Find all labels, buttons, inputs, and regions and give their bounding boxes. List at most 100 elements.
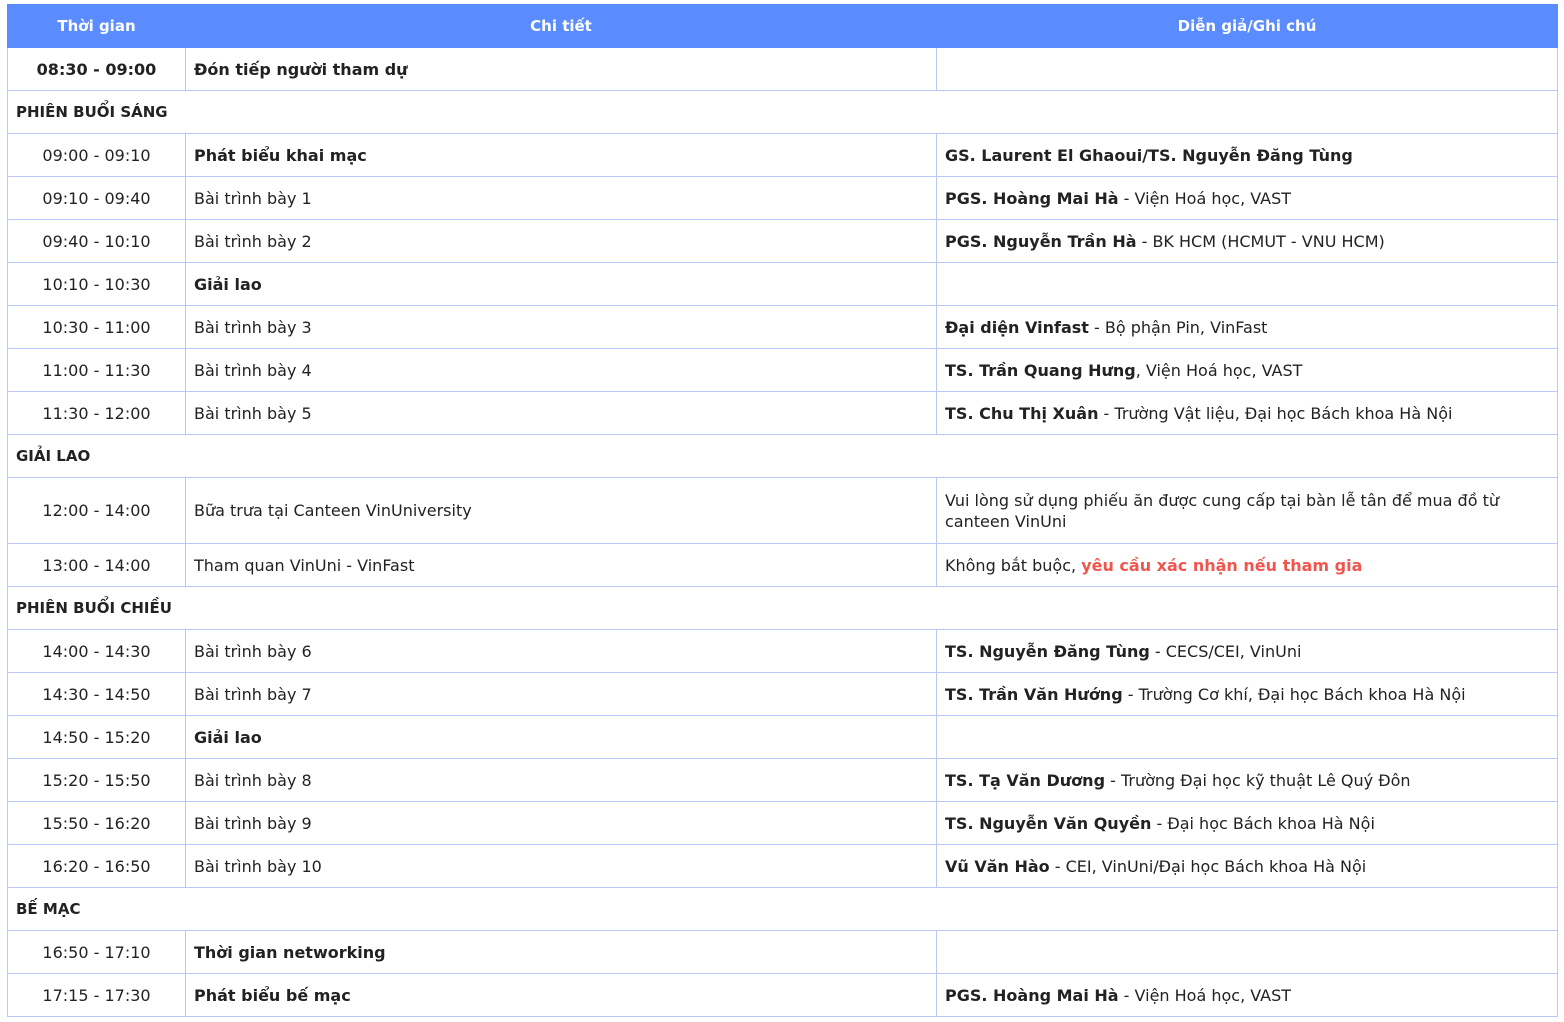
header-detail: Chi tiết [185, 4, 937, 48]
speaker-affiliation: - Viện Hoá học, VAST [1118, 188, 1292, 208]
time-cell: 08:30 - 09:00 [7, 47, 186, 91]
detail-cell: Phát biểu bế mạc [185, 973, 937, 1017]
detail-cell: Bài trình bày 3 [185, 305, 937, 349]
table-row: 14:00 - 14:30 Bài trình bày 6 TS. Nguyễn… [7, 629, 1558, 673]
speaker-cell: Không bắt buộc, yêu cầu xác nhận nếu tha… [936, 543, 1558, 587]
time-cell: 14:00 - 14:30 [7, 629, 186, 673]
speaker-name: TS. Nguyễn Văn Quyền [945, 813, 1152, 833]
time-cell: 09:00 - 09:10 [7, 133, 186, 177]
section-row: BẾ MẠC [7, 887, 1558, 931]
speaker-cell: TS. Trần Văn Hướng - Trường Cơ khí, Đại … [936, 672, 1558, 716]
detail-cell: Bài trình bày 1 [185, 176, 937, 220]
time-cell: 09:40 - 10:10 [7, 219, 186, 263]
time-cell: 13:00 - 14:00 [7, 543, 186, 587]
table-row: 12:00 - 14:00 Bữa trưa tại Canteen VinUn… [7, 477, 1558, 544]
speaker-cell: TS. Tạ Văn Dương - Trường Đại học kỹ thu… [936, 758, 1558, 802]
section-title: PHIÊN BUỔI CHIỀU [7, 586, 1558, 630]
speaker-cell: Đại diện Vinfast - Bộ phận Pin, VinFast [936, 305, 1558, 349]
table-row: 08:30 - 09:00 Đón tiếp người tham dự [7, 47, 1558, 91]
speaker-name: PGS. Hoàng Mai Hà [945, 985, 1119, 1005]
note-text: Không bắt buộc, [945, 555, 1082, 575]
speaker-name: Đại diện Vinfast [945, 317, 1089, 337]
header-time: Thời gian [7, 4, 186, 48]
table-row: 11:30 - 12:00 Bài trình bày 5 TS. Chu Th… [7, 391, 1558, 435]
detail-cell: Giải lao [185, 715, 937, 759]
table-row: 10:10 - 10:30 Giải lao [7, 262, 1558, 306]
speaker-name: GS. Laurent El Ghaoui/TS. Nguyễn Đăng Tù… [945, 145, 1353, 165]
table-row: 13:00 - 14:00 Tham quan VinUni - VinFast… [7, 543, 1558, 587]
detail-cell: Thời gian networking [185, 930, 937, 974]
table-row: 16:50 - 17:10 Thời gian networking [7, 930, 1558, 974]
table-row: 11:00 - 11:30 Bài trình bày 4 TS. Trần Q… [7, 348, 1558, 392]
section-row: GIẢI LAO [7, 434, 1558, 478]
speaker-cell: GS. Laurent El Ghaoui/TS. Nguyễn Đăng Tù… [936, 133, 1558, 177]
speaker-affiliation: - Viện Hoá học, VAST [1118, 985, 1292, 1005]
speaker-cell: Vũ Văn Hào - CEI, VinUni/Đại học Bách kh… [936, 844, 1558, 888]
detail-cell: Đón tiếp người tham dự [185, 47, 937, 91]
speaker-cell: PGS. Nguyễn Trần Hà - BK HCM (HCMUT - VN… [936, 219, 1558, 263]
speaker-cell [936, 262, 1558, 306]
speaker-cell: TS. Nguyễn Văn Quyền - Đại học Bách khoa… [936, 801, 1558, 845]
section-row: PHIÊN BUỔI CHIỀU [7, 586, 1558, 630]
speaker-name: TS. Trần Quang Hưng [945, 360, 1136, 380]
time-cell: 09:10 - 09:40 [7, 176, 186, 220]
detail-cell: Bài trình bày 6 [185, 629, 937, 673]
speaker-cell: TS. Trần Quang Hưng, Viện Hoá học, VAST [936, 348, 1558, 392]
time-cell: 12:00 - 14:00 [7, 477, 186, 544]
speaker-name: PGS. Hoàng Mai Hà [945, 188, 1119, 208]
speaker-cell: PGS. Hoàng Mai Hà - Viện Hoá học, VAST [936, 176, 1558, 220]
section-row: PHIÊN BUỔI SÁNG [7, 90, 1558, 134]
time-cell: 14:50 - 15:20 [7, 715, 186, 759]
speaker-affiliation: - BK HCM (HCMUT - VNU HCM) [1136, 231, 1385, 251]
speaker-name: TS. Nguyễn Đăng Tùng [945, 641, 1150, 661]
table-row: 15:50 - 16:20 Bài trình bày 9 TS. Nguyễn… [7, 801, 1558, 845]
detail-cell: Bài trình bày 7 [185, 672, 937, 716]
note-text: Vui lòng sử dụng phiếu ăn được cung cấp … [945, 490, 1499, 531]
speaker-name: TS. Trần Văn Hướng [945, 684, 1123, 704]
section-title: BẾ MẠC [7, 887, 1558, 931]
header-speaker: Diễn giả/Ghi chú [936, 4, 1558, 48]
detail-cell: Tham quan VinUni - VinFast [185, 543, 937, 587]
time-cell: 10:10 - 10:30 [7, 262, 186, 306]
table-row: 15:20 - 15:50 Bài trình bày 8 TS. Tạ Văn… [7, 758, 1558, 802]
agenda-table: Thời gian Chi tiết Diễn giả/Ghi chú 08:3… [7, 4, 1558, 1017]
speaker-cell: PGS. Hoàng Mai Hà - Viện Hoá học, VAST [936, 973, 1558, 1017]
speaker-name: Vũ Văn Hào [945, 856, 1050, 876]
time-cell: 15:50 - 16:20 [7, 801, 186, 845]
table-row: 09:00 - 09:10 Phát biểu khai mạc GS. Lau… [7, 133, 1558, 177]
section-title: PHIÊN BUỔI SÁNG [7, 90, 1558, 134]
detail-cell: Phát biểu khai mạc [185, 133, 937, 177]
detail-cell: Bài trình bày 4 [185, 348, 937, 392]
table-row: 17:15 - 17:30 Phát biểu bế mạc PGS. Hoàn… [7, 973, 1558, 1017]
table-body: 08:30 - 09:00 Đón tiếp người tham dự PHI… [7, 47, 1558, 1017]
time-cell: 15:20 - 15:50 [7, 758, 186, 802]
time-cell: 11:30 - 12:00 [7, 391, 186, 435]
speaker-cell: Vui lòng sử dụng phiếu ăn được cung cấp … [936, 477, 1558, 544]
detail-cell: Bữa trưa tại Canteen VinUniversity [185, 477, 937, 544]
time-cell: 17:15 - 17:30 [7, 973, 186, 1017]
table-row: 14:30 - 14:50 Bài trình bày 7 TS. Trần V… [7, 672, 1558, 716]
speaker-affiliation: - CEI, VinUni/Đại học Bách khoa Hà Nội [1049, 856, 1367, 876]
detail-cell: Bài trình bày 5 [185, 391, 937, 435]
speaker-affiliation: - Trường Cơ khí, Đại học Bách khoa Hà Nộ… [1122, 684, 1466, 704]
table-header: Thời gian Chi tiết Diễn giả/Ghi chú [7, 4, 1558, 48]
speaker-name: TS. Tạ Văn Dương [945, 770, 1106, 790]
time-cell: 11:00 - 11:30 [7, 348, 186, 392]
time-cell: 16:50 - 17:10 [7, 930, 186, 974]
table-row: 09:40 - 10:10 Bài trình bày 2 PGS. Nguyễ… [7, 219, 1558, 263]
detail-cell: Bài trình bày 8 [185, 758, 937, 802]
speaker-affiliation: - Trường Vật liệu, Đại học Bách khoa Hà … [1098, 403, 1453, 423]
time-cell: 14:30 - 14:50 [7, 672, 186, 716]
detail-cell: Giải lao [185, 262, 937, 306]
table-row: 16:20 - 16:50 Bài trình bày 10 Vũ Văn Hà… [7, 844, 1558, 888]
table-row: 10:30 - 11:00 Bài trình bày 3 Đại diện V… [7, 305, 1558, 349]
speaker-name: PGS. Nguyễn Trần Hà [945, 231, 1137, 251]
speaker-affiliation: - Trường Đại học kỹ thuật Lê Quý Đôn [1105, 770, 1411, 790]
detail-cell: Bài trình bày 9 [185, 801, 937, 845]
speaker-affiliation: - Bộ phận Pin, VinFast [1088, 317, 1268, 337]
time-cell: 10:30 - 11:00 [7, 305, 186, 349]
detail-cell: Bài trình bày 10 [185, 844, 937, 888]
table-row: 09:10 - 09:40 Bài trình bày 1 PGS. Hoàng… [7, 176, 1558, 220]
note-warning: yêu cầu xác nhận nếu tham gia [1081, 555, 1363, 575]
section-title: GIẢI LAO [7, 434, 1558, 478]
